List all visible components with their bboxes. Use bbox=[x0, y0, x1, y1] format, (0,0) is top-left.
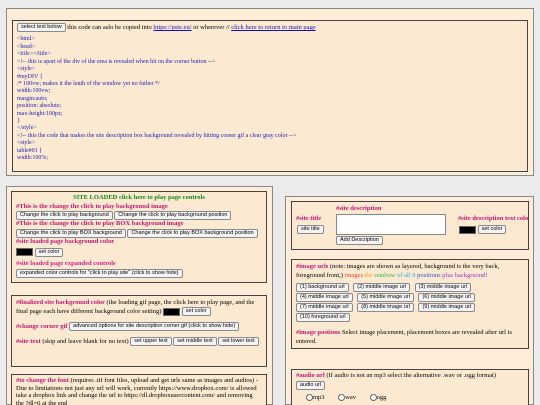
select-text-button[interactable]: select text below bbox=[17, 23, 66, 32]
code-line: max-height:100px; bbox=[17, 110, 63, 117]
box-bg-buttons: Change the click to play BOX background … bbox=[16, 228, 262, 238]
corner-gif-options-button[interactable]: advanced options for site description co… bbox=[69, 322, 240, 332]
box-bg-heading: #This is the change the click to play BO… bbox=[16, 220, 184, 228]
description-panel: #site title site title #site description… bbox=[291, 201, 529, 250]
set-lower-text-button[interactable]: set lower text bbox=[218, 337, 259, 347]
site-description-label: #site description bbox=[336, 205, 382, 212]
add-description-button[interactable]: Add Description bbox=[336, 236, 383, 245]
code-line: table#01 { bbox=[17, 147, 43, 154]
site-loaded-panel: SITE LOADED click here to play page cont… bbox=[11, 191, 267, 283]
code-line: <!-- this the code that makes the site d… bbox=[17, 132, 297, 139]
change-bg-button[interactable]: Change the click to play background bbox=[16, 211, 113, 220]
code-line: <style> bbox=[17, 140, 36, 147]
site-text-label: #site text bbox=[16, 338, 41, 346]
image-url-button[interactable]: (5) middle image url bbox=[357, 293, 414, 303]
description-color-swatch[interactable] bbox=[459, 225, 476, 234]
audio-url-label: #audio url bbox=[296, 372, 325, 379]
code-panel: select text below this code can aslo be … bbox=[12, 20, 528, 172]
change-box-bg-position-button[interactable]: Change the click to play BOX background … bbox=[127, 228, 258, 238]
final-set-color-button[interactable]: set color bbox=[181, 307, 211, 317]
page-bg-color-heading: #site loaded page background color bbox=[16, 238, 115, 246]
color-swatch[interactable] bbox=[16, 248, 33, 257]
code-line: <html> bbox=[17, 36, 35, 43]
expanded-controls-heading: #site loaded page expanded controls bbox=[16, 260, 116, 268]
image-url-button[interactable]: (9) middle image url bbox=[418, 303, 476, 313]
set-color-button[interactable]: set color bbox=[34, 247, 64, 257]
bg-image-buttons: Change the click to play background Chan… bbox=[16, 211, 262, 220]
corner-gif-row: #change corner gif advanced options for … bbox=[16, 322, 262, 332]
images-panel: #image urls (note: images are shown as l… bbox=[291, 259, 529, 349]
code-line: #myDIV { bbox=[17, 73, 43, 80]
change-bg-position-button[interactable]: Change the click to play background posi… bbox=[114, 211, 232, 220]
image-url-button[interactable]: (8) middle image url bbox=[357, 303, 414, 313]
audio-url-note: (If audio is not an mp3 select the alter… bbox=[326, 372, 497, 379]
image-url-button[interactable]: (4) middle image url bbox=[296, 293, 353, 303]
mp3-radio[interactable] bbox=[306, 394, 313, 401]
audio-url-button[interactable]: audio url bbox=[296, 380, 326, 390]
code-line: <head> bbox=[17, 43, 36, 50]
mp3-label: mp3 bbox=[313, 393, 325, 401]
audio-intro: #audio url (If audio is not an mp3 selec… bbox=[296, 372, 524, 381]
code-line: </style> bbox=[17, 125, 37, 132]
image-urls-label: #image urls bbox=[296, 263, 329, 270]
site-title-button[interactable]: site title bbox=[297, 225, 324, 234]
image-url-button[interactable]: (6) middle image url bbox=[418, 293, 476, 303]
set-upper-text-button[interactable]: set upper text bbox=[130, 337, 172, 347]
copy-note: this code can aslo be copied into bbox=[67, 23, 152, 31]
font-panel: #to change the font (requires .ttf font … bbox=[11, 374, 267, 405]
site-loaded-title[interactable]: SITE LOADED click here to play page cont… bbox=[16, 194, 262, 203]
image-url-button[interactable]: (3) middle image url bbox=[414, 283, 472, 293]
code-block[interactable]: <html> <head> <title></title> <!-- this is … bbox=[17, 36, 523, 162]
ogg-radio[interactable] bbox=[369, 394, 377, 401]
description-set-color-button[interactable]: set color bbox=[477, 225, 507, 234]
copy-note-2: or wherever // bbox=[193, 23, 230, 31]
code-line: <style> bbox=[17, 66, 36, 73]
font-label: #to change the font bbox=[16, 377, 69, 384]
code-line: width:100vw; bbox=[17, 88, 51, 95]
code-line: width:100%; bbox=[17, 154, 48, 161]
page-bg-color-row: set color bbox=[16, 247, 262, 257]
code-line: position: absolute; bbox=[17, 103, 62, 110]
site-text-note: (skip and leave blank for no text) bbox=[42, 338, 129, 346]
paste-link[interactable]: https://pste.eu/ bbox=[153, 24, 191, 31]
finalized-panel: #finalized site background color (the lo… bbox=[11, 295, 267, 367]
description-color-row: set color bbox=[459, 225, 507, 234]
image-url-button[interactable]: (2) middle image url bbox=[353, 283, 410, 293]
code-line: } bbox=[17, 117, 20, 124]
description-text-color-label: #site description text color bbox=[458, 215, 529, 222]
code-line: <!-- this is apart of the div of the ere… bbox=[17, 58, 216, 65]
image-url-button[interactable]: (1) background url bbox=[296, 283, 349, 293]
rainbow-text: images the rainbow of all 9 positions pl… bbox=[344, 272, 488, 279]
set-middle-text-button[interactable]: set middle text bbox=[173, 337, 217, 347]
site-title-label: #site title bbox=[296, 215, 322, 222]
finalized-bg-color-label: #finalized site background color bbox=[16, 299, 105, 306]
corner-gif-label: #change corner gif bbox=[16, 323, 68, 331]
image-positions: #image postions Select image placement, … bbox=[296, 328, 524, 346]
code-line: <title></title> bbox=[17, 51, 51, 58]
bg-image-heading: #This is the change the click to play ba… bbox=[16, 202, 168, 210]
image-url-button[interactable]: (10) foreground url bbox=[296, 313, 350, 323]
image-url-buttons: (1) background url (2) middle image url … bbox=[296, 283, 524, 323]
code-line: margin:auto; bbox=[17, 95, 48, 102]
code-panel-header: select text below this code can aslo be … bbox=[17, 23, 523, 32]
audio-format-options: mp3 wav ogg bbox=[296, 394, 524, 403]
image-urls-intro: #image urls (note: images are shown as l… bbox=[296, 262, 524, 280]
expanded-controls-row: expanded color controls for "click to pl… bbox=[16, 268, 262, 278]
site-text-row: #site text (skip and leave blank for no … bbox=[16, 337, 262, 347]
wav-label: wav bbox=[345, 393, 357, 401]
return-main-link[interactable]: click here to return to main page bbox=[231, 24, 315, 31]
image-url-button[interactable]: (7) middle image url bbox=[296, 303, 353, 313]
change-box-bg-button[interactable]: Change the click to play BOX background bbox=[16, 228, 126, 238]
finalized-row: #finalized site background color (the lo… bbox=[16, 298, 262, 317]
code-line: /* 100vw; makes it the lenth of the wind… bbox=[17, 80, 160, 87]
ogg-label: ogg bbox=[376, 393, 387, 401]
audio-panel: #audio url (If audio is not an mp3 selec… bbox=[291, 369, 529, 405]
expanded-color-controls-button[interactable]: expanded color controls for "click to pl… bbox=[16, 268, 183, 278]
image-positions-label: #image postions bbox=[296, 329, 341, 336]
final-color-swatch[interactable] bbox=[163, 307, 181, 316]
site-description-textarea[interactable] bbox=[336, 214, 446, 235]
